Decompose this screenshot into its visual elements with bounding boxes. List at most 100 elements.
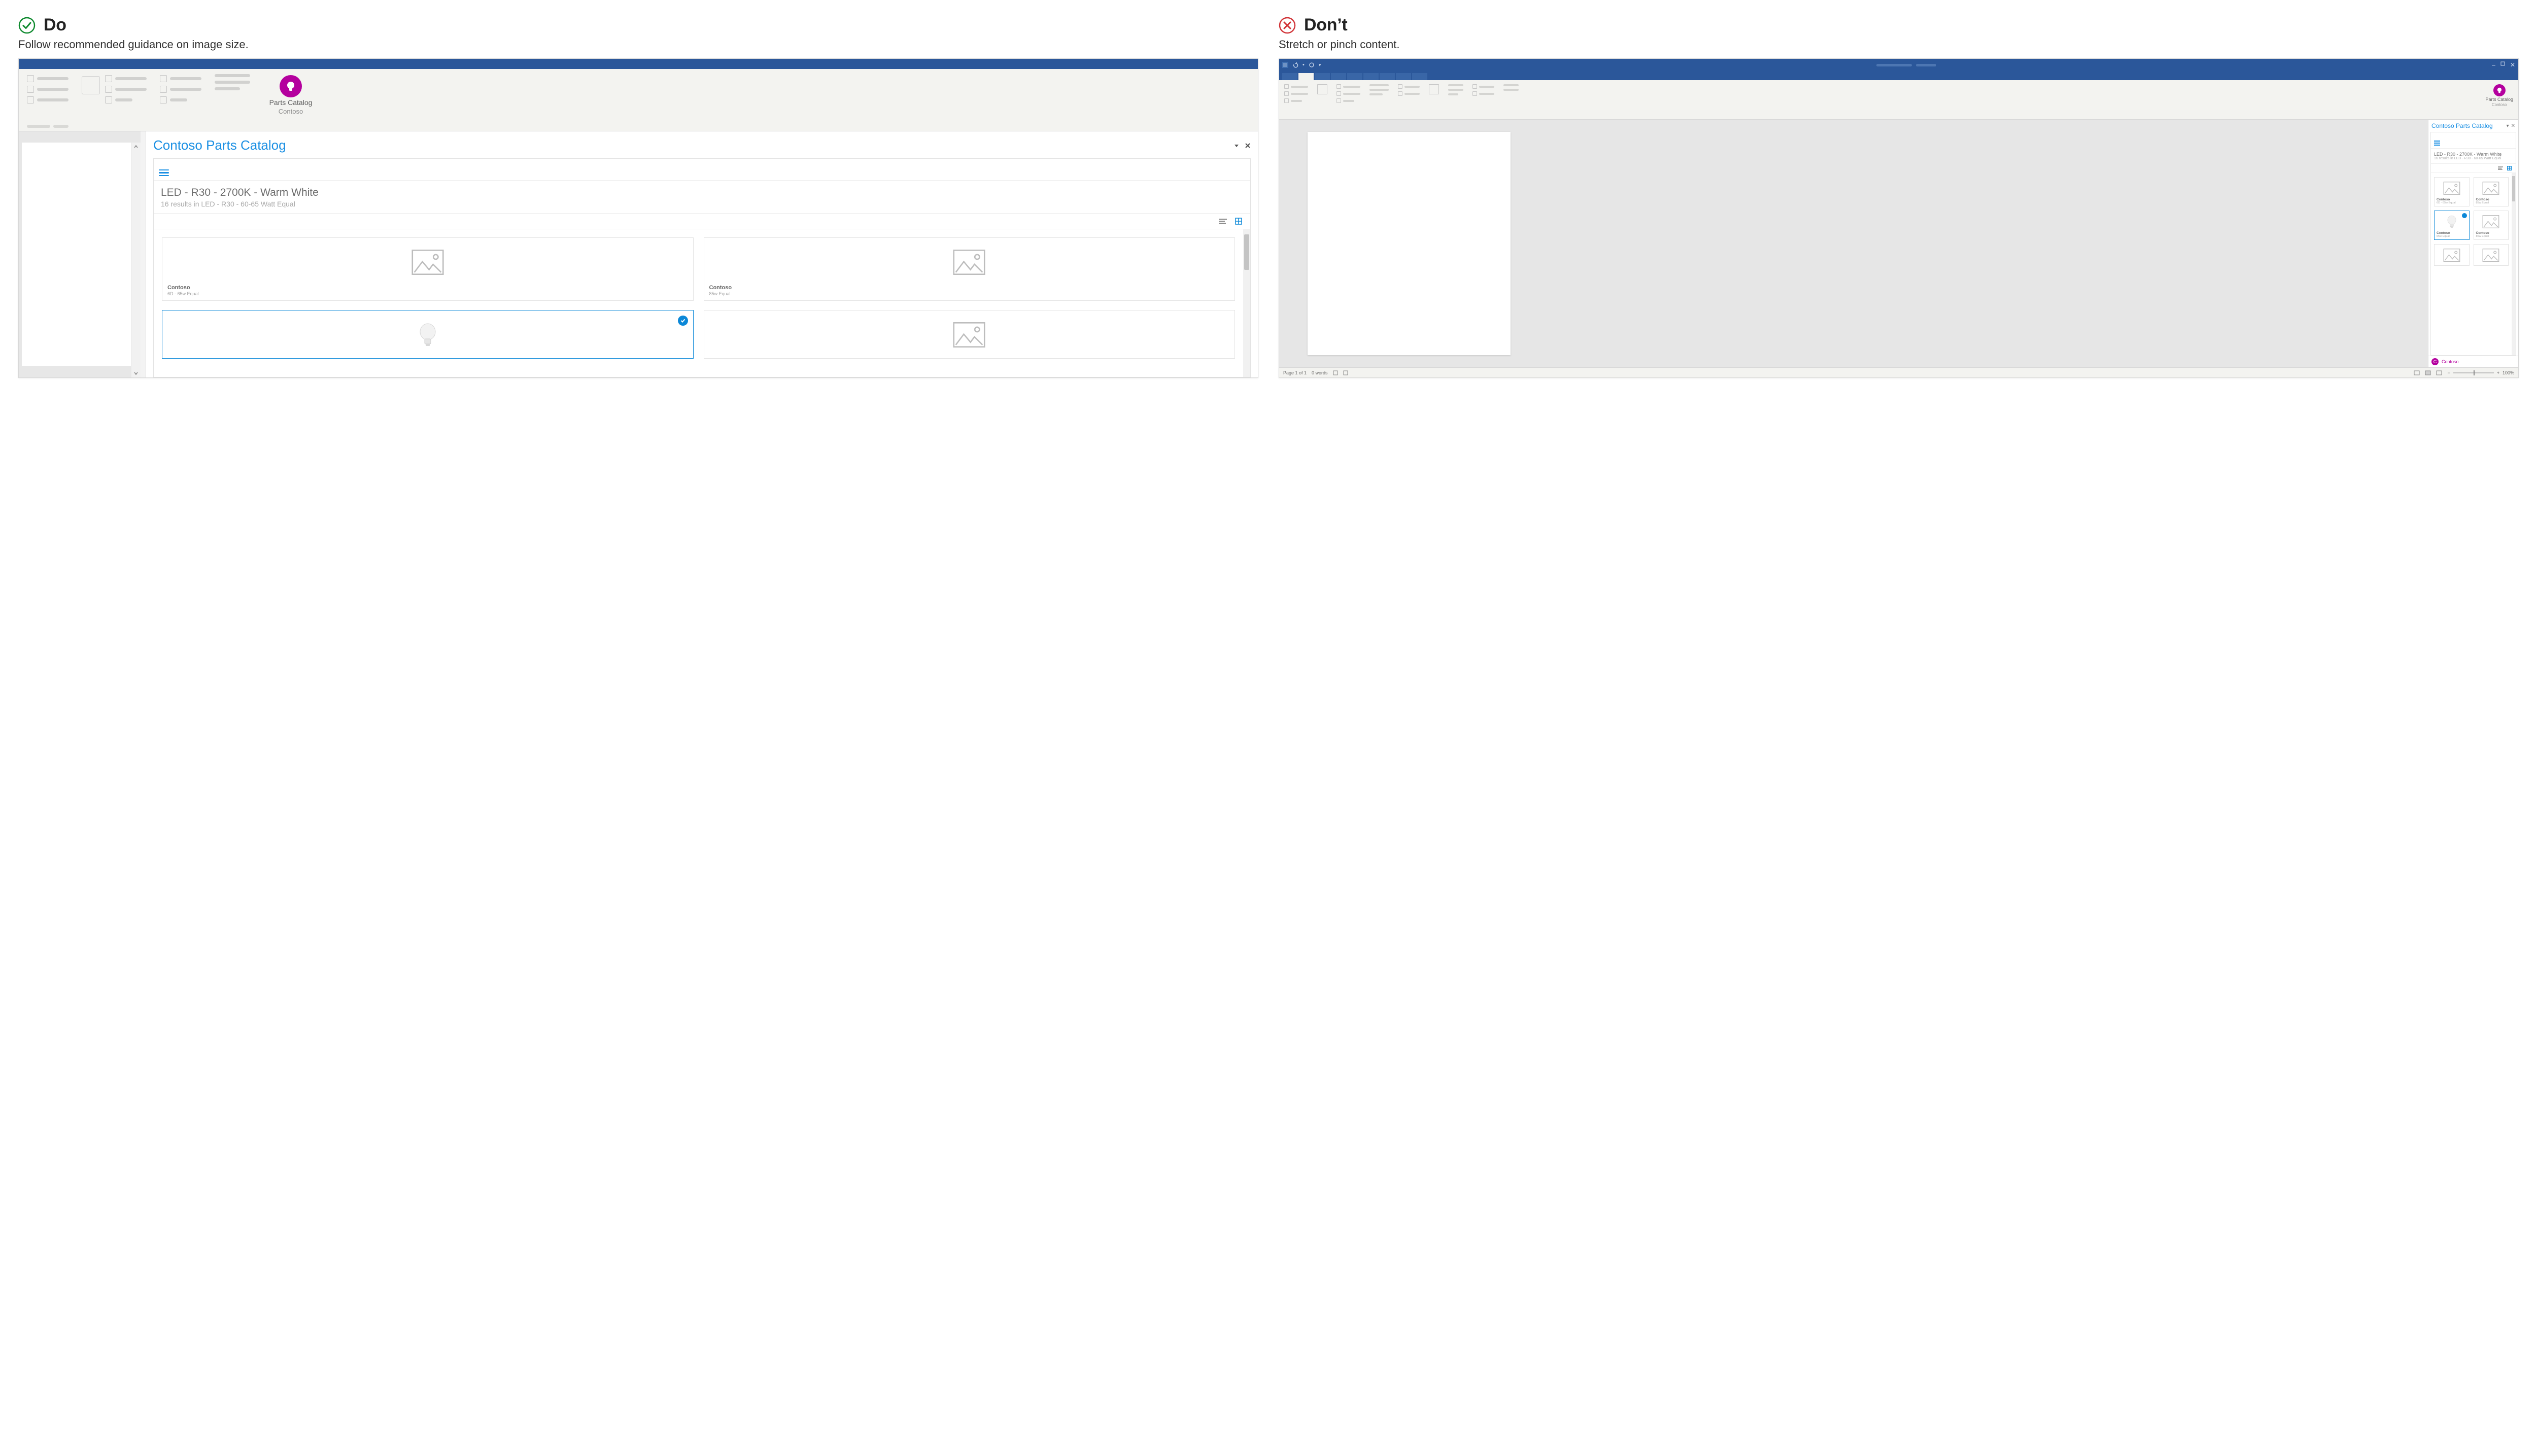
repeat-icon[interactable] (1309, 62, 1315, 68)
pane-title: Contoso Parts Catalog (2431, 122, 2505, 129)
status-words: 0 words (1312, 370, 1328, 375)
ribbon-tab[interactable] (1412, 73, 1427, 80)
dont-subhead: Stretch or pinch content. (1279, 38, 2519, 51)
breadcrumb: LED - R30 - 2700K - Warm White 16 result… (154, 181, 1250, 214)
breadcrumb-main: LED - R30 - 2700K - Warm White (2434, 152, 2513, 157)
document-page (22, 143, 131, 366)
product-card-selected[interactable] (162, 310, 694, 359)
document-page (1308, 132, 1511, 355)
product-card[interactable] (2434, 244, 2470, 266)
ribbon-tab-active[interactable] (1298, 73, 1314, 80)
view-weblayout-icon[interactable] (2436, 370, 2442, 375)
do-subhead: Follow recommended guidance on image siz… (18, 38, 1258, 51)
do-heading: Do (44, 15, 66, 35)
pane-menu-caret-icon[interactable]: ▾ (2507, 123, 2509, 129)
window-close-icon[interactable]: ✕ (2510, 61, 2515, 68)
word-titlebar-strip (19, 59, 1258, 69)
breadcrumb-sub: 16 results in LED - R30 - 60-65 Watt Equ… (161, 200, 1243, 208)
image-placeholder-icon (709, 243, 1230, 282)
redo-icon[interactable]: • (1302, 62, 1305, 68)
brand-avatar-icon: C (2431, 358, 2439, 365)
ribbon-group (82, 74, 147, 128)
product-card-selected[interactable]: Contoso65w Equal (2434, 211, 2470, 240)
hamburger-menu-icon[interactable] (159, 169, 169, 177)
pane-menu-caret-icon[interactable] (1233, 143, 1240, 149)
accessibility-icon[interactable] (1343, 370, 1348, 375)
grid-view-icon[interactable] (2507, 166, 2512, 170)
image-placeholder-icon (709, 316, 1230, 354)
do-column: Do Follow recommended guidance on image … (18, 15, 1258, 378)
breadcrumb-main: LED - R30 - 2700K - Warm White (161, 187, 1243, 199)
ribbon-group (215, 74, 250, 128)
zoom-in-icon[interactable]: + (2497, 370, 2499, 375)
zoom-slider[interactable]: − + 100% (2447, 370, 2514, 375)
view-readmode-icon[interactable] (2414, 370, 2420, 375)
product-card[interactable] (2474, 244, 2509, 266)
ribbon-group (160, 74, 201, 128)
ribbon: Parts Catalog Contoso (19, 69, 1258, 131)
brand-name: Contoso (2442, 359, 2459, 364)
grid-view-icon[interactable] (1235, 218, 1242, 225)
hamburger-menu-icon[interactable] (2434, 141, 2440, 145)
selected-check-icon (2462, 213, 2467, 218)
pane-close-icon[interactable]: ✕ (2511, 123, 2515, 129)
scroll-up-icon[interactable] (133, 144, 139, 150)
pane-close-icon[interactable] (1245, 143, 1251, 149)
ribbon-tab[interactable] (1396, 73, 1411, 80)
addin-ribbon-button[interactable]: Parts Catalog Contoso (263, 74, 318, 128)
card-sub: 85w Equal (709, 291, 1230, 296)
window-minimize-icon[interactable]: – (2492, 61, 2495, 68)
window-maximize-icon[interactable] (2500, 61, 2505, 68)
pane-title: Contoso Parts Catalog (153, 137, 1229, 153)
pane-scrollbar[interactable] (2512, 173, 2516, 355)
addin-ribbon-button[interactable]: Parts Catalog Contoso (2485, 84, 2513, 117)
breadcrumb: LED - R30 - 2700K - Warm White 16 result… (2431, 149, 2516, 164)
app-icon (1282, 62, 1288, 68)
product-card[interactable]: Contoso 6D - 65w Equal (162, 237, 694, 301)
product-card[interactable]: Contoso85w Equal (2474, 177, 2509, 206)
ribbon-tab[interactable] (1315, 73, 1330, 80)
ribbon-tab[interactable] (1282, 73, 1297, 80)
check-circle-icon (18, 17, 36, 34)
zoom-percent: 100% (2502, 370, 2514, 375)
selected-check-icon (678, 316, 688, 326)
ribbon: Parts Catalog Contoso (1279, 80, 2518, 120)
ribbon-group (27, 74, 68, 128)
list-view-icon[interactable] (1219, 218, 1227, 225)
product-card[interactable]: Contoso6D - 65w Equal (2434, 177, 2470, 206)
product-card[interactable]: Contoso 85w Equal (704, 237, 1236, 301)
ribbon-tab[interactable] (1380, 73, 1395, 80)
card-brand: Contoso (167, 285, 688, 291)
product-card[interactable]: Contoso85w Equal (2474, 211, 2509, 240)
bulb-thumbnail-icon (167, 316, 688, 354)
dont-column: Don’t Stretch or pinch content. • ▾ – (1279, 15, 2519, 378)
x-circle-icon (1279, 17, 1296, 34)
addin-label-2: Contoso (279, 108, 303, 115)
dont-screenshot: • ▾ – ✕ (1279, 58, 2519, 378)
list-view-icon[interactable] (2498, 166, 2503, 170)
image-placeholder-icon (167, 243, 688, 282)
scroll-down-icon[interactable] (133, 370, 139, 376)
window-titlebar: • ▾ – ✕ (1279, 59, 2518, 71)
addin-label-1: Parts Catalog (2485, 97, 2513, 102)
scrollbar-vertical[interactable] (131, 143, 141, 377)
undo-icon[interactable] (1292, 62, 1298, 68)
addin-label-2: Contoso (2492, 102, 2507, 107)
zoom-out-icon[interactable]: − (2447, 370, 2450, 375)
do-screenshot: Parts Catalog Contoso Contoso Parts Cata… (18, 58, 1258, 378)
view-printlayout-icon[interactable] (2425, 370, 2431, 375)
ribbon-tab[interactable] (1363, 73, 1379, 80)
status-bar: Page 1 of 1 0 words − + 100% (1279, 367, 2518, 377)
task-pane: Contoso Parts Catalog LED - R30 - 2700K … (146, 131, 1258, 377)
product-card[interactable] (704, 310, 1236, 359)
pane-scrollbar[interactable] (1243, 229, 1250, 377)
spellcheck-icon[interactable] (1333, 370, 1338, 375)
ribbon-tab[interactable] (1331, 73, 1346, 80)
ribbon-tab[interactable] (1347, 73, 1362, 80)
status-page: Page 1 of 1 (1283, 370, 1307, 375)
ribbon-tabs (1279, 71, 2518, 80)
card-brand: Contoso (709, 285, 1230, 291)
addin-label-1: Parts Catalog (269, 99, 313, 107)
lightbulb-icon (2493, 84, 2506, 96)
task-pane: Contoso Parts Catalog ▾ ✕ LED - R30 - 27… (2428, 120, 2518, 367)
